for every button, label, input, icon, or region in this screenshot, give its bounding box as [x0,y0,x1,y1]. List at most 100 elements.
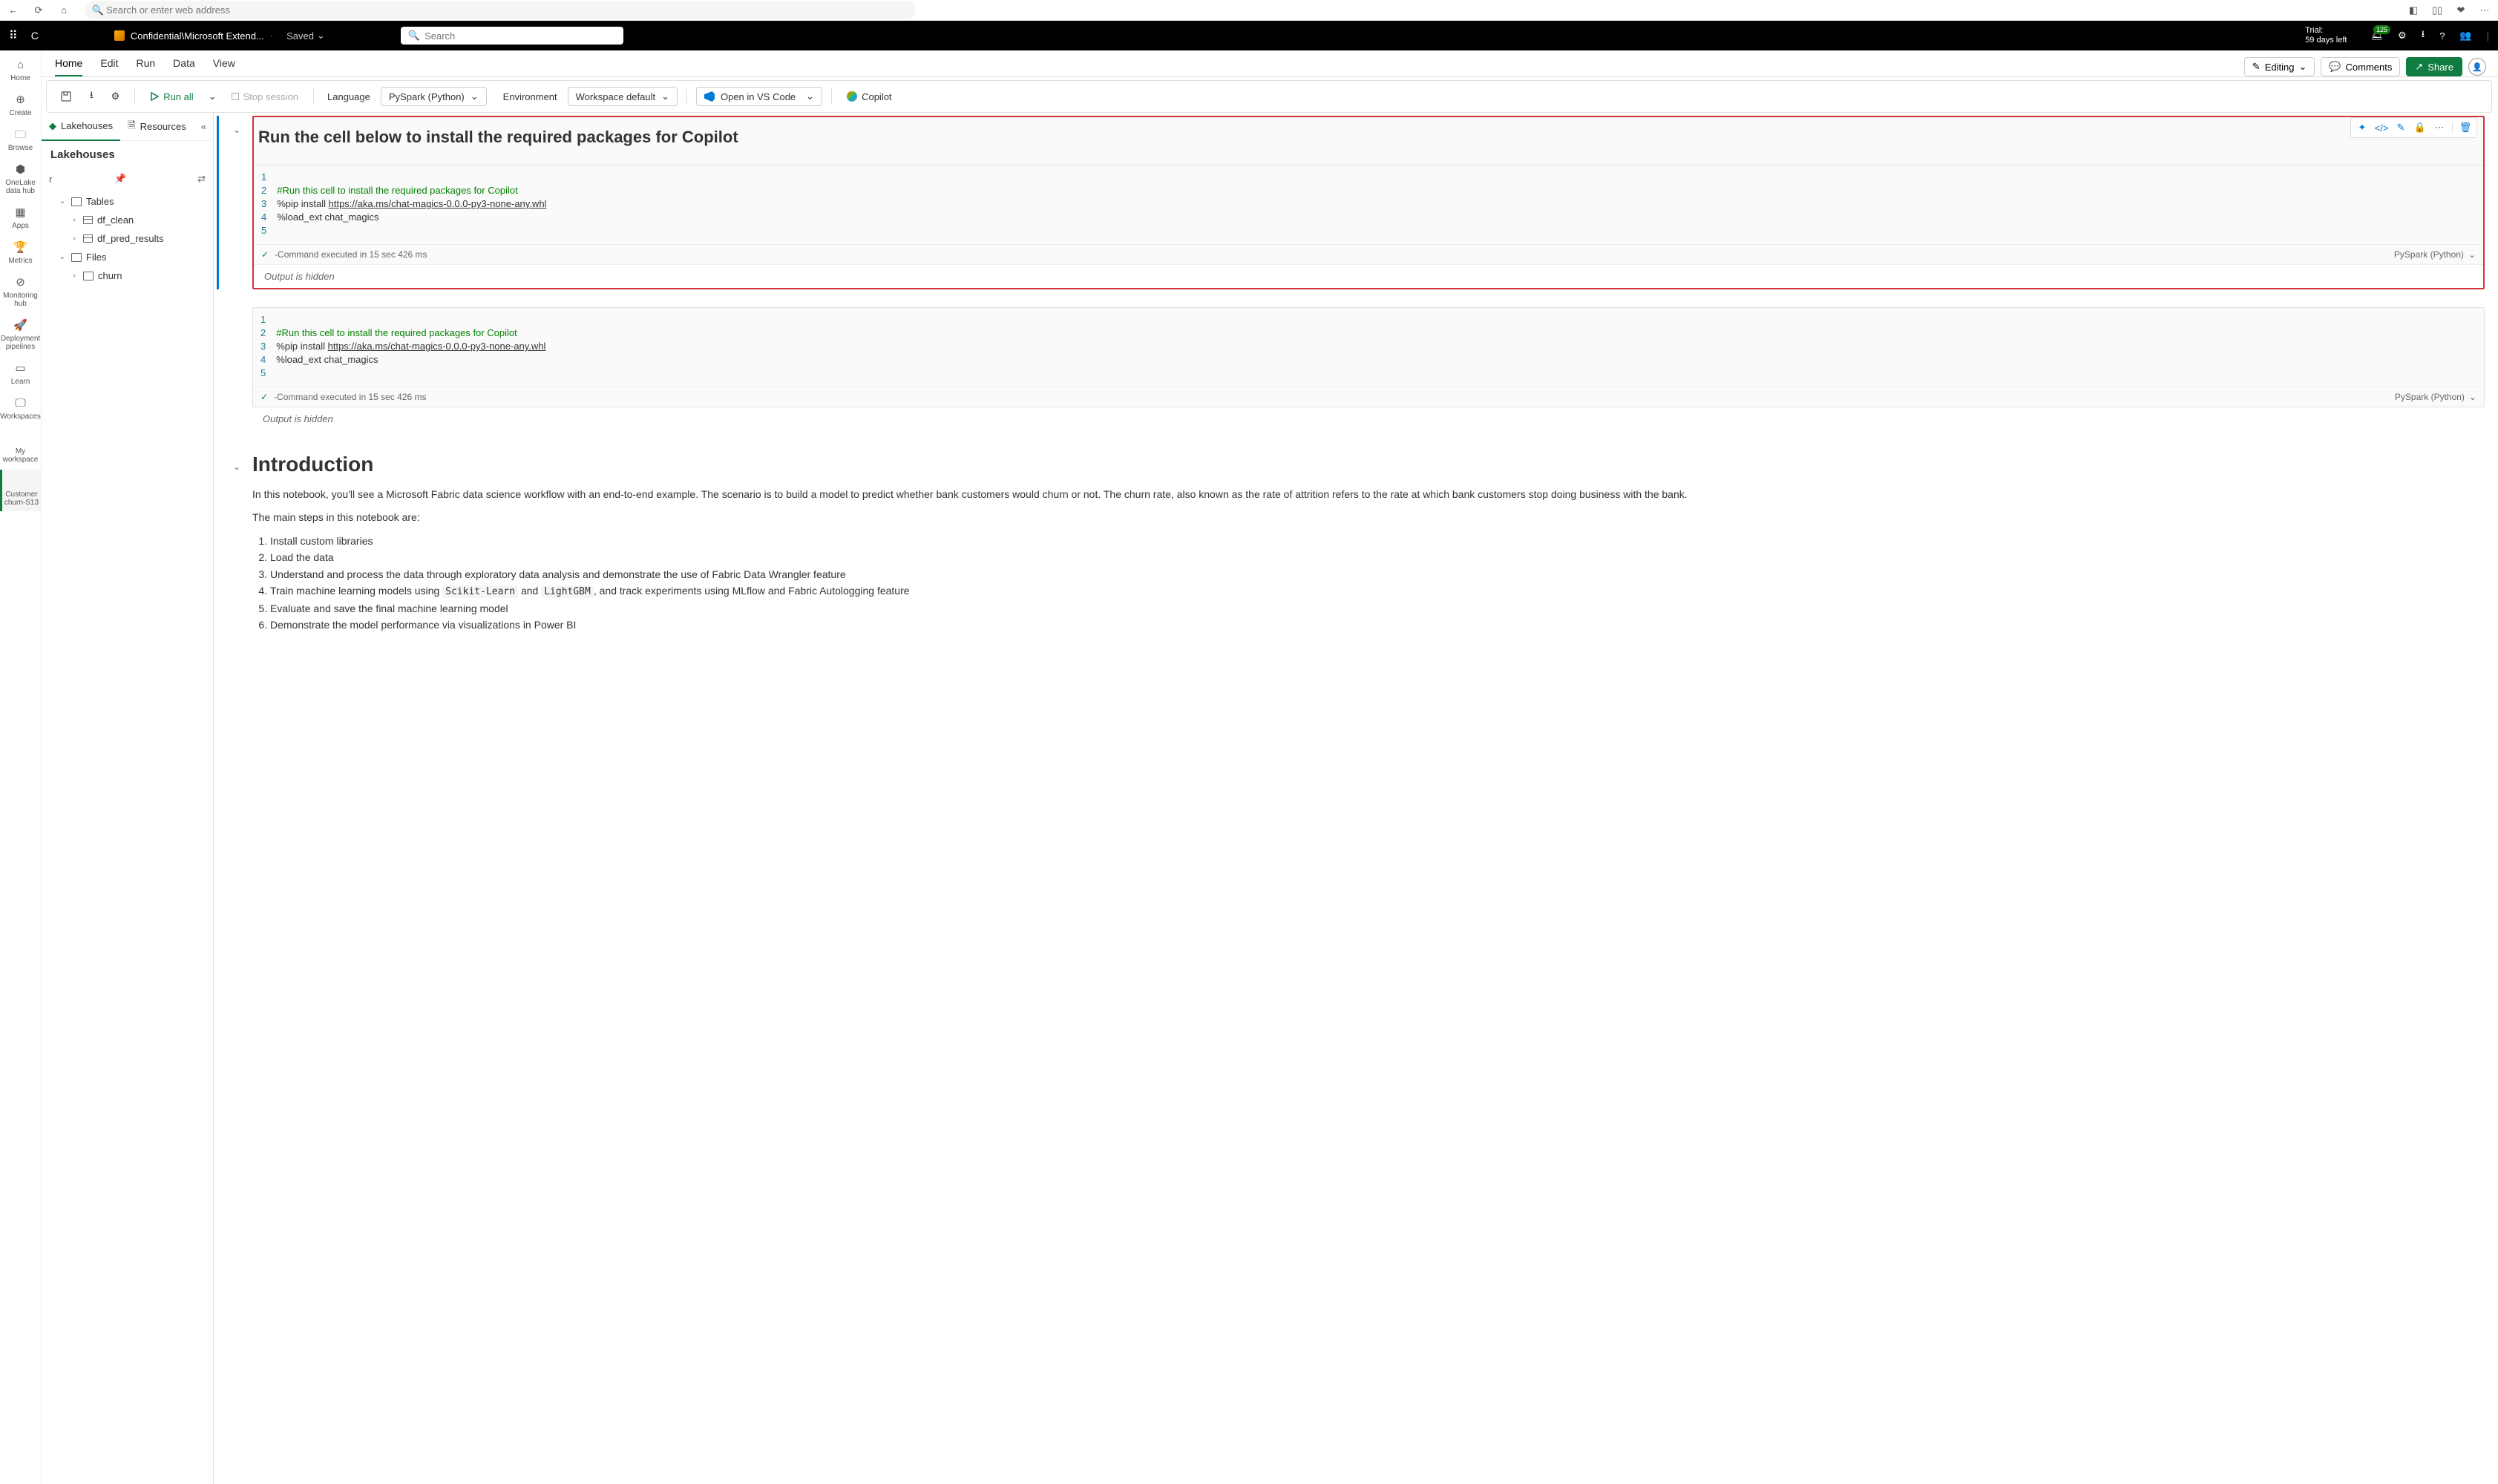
help-icon[interactable]: ? [2439,30,2445,42]
download-icon[interactable]: ⭳ [2422,27,2425,44]
browser-search-input[interactable] [104,2,908,18]
app-search-input[interactable] [424,30,616,42]
tree-node-churn[interactable]: › churn [46,266,209,285]
app-search[interactable]: 🔍 [401,27,623,45]
tab-lakehouses[interactable]: ◆ Lakehouses [42,113,120,141]
avatar[interactable]: 👤 [2468,58,2486,76]
open-vscode-button[interactable]: Open in VS Code ⌄ [696,87,822,106]
chevron-down-icon: ⌄ [661,91,669,102]
waffle-icon[interactable]: ⠿ [9,28,18,43]
run-all-button[interactable]: Run all [144,88,199,105]
copilot-button[interactable]: Copilot [841,88,897,105]
comment-icon: 💬 [2329,61,2341,73]
folder-icon [83,272,94,280]
intro-steps: Install custom libraries Load the data U… [252,533,2485,634]
comments-button[interactable]: 💬 Comments [2321,57,2400,76]
rail-item-home[interactable]: ⌂Home [0,53,41,87]
main-area: ◆ Lakehouses 🗎 Resources « Lakehouses r … [0,113,2498,1484]
sparkle-icon[interactable]: ✦ [2356,121,2369,134]
chevron-right-icon: › [70,272,79,280]
ribbon-tab-edit[interactable]: Edit [100,51,118,76]
run-all-chevron[interactable]: ⌄ [206,88,220,105]
vscode-icon [704,91,715,102]
chevron-down-icon: ⌄ [2469,392,2476,402]
chevron-right-icon: › [70,216,79,224]
share-button[interactable]: ↗ Share [2406,57,2462,76]
cell-status-2: ✓ -Command executed in 15 sec 426 ms PyS… [253,387,2484,407]
trash-icon[interactable]: 🗑 [2459,121,2472,134]
notebook-area: ✦ </> ✎ 🔒 ⋯ 🗑 ⌄ Run the cell below to in… [214,113,2498,1484]
chevron-down-icon[interactable]: ⌄ [317,30,325,42]
chevron-down-icon: ⌄ [2468,249,2476,260]
chevron-right-icon: › [70,234,79,243]
browser-search[interactable]: 🔍 [85,1,916,19]
active-cell-indicator [217,116,219,289]
cell-lang-dropdown[interactable]: PySpark (Python) ⌄ [2394,249,2476,260]
ribbon-tab-home[interactable]: Home [55,51,82,76]
tree-node-tables[interactable]: ⌄ Tables [46,192,209,211]
breadcrumb[interactable]: Confidential\Microsoft Extend... · Saved… [114,30,325,42]
pin-icon[interactable]: 📌 [114,173,126,185]
output-hidden-2[interactable]: Output is hidden [252,407,2485,430]
cell-status-1: ✓ -Command executed in 15 sec 426 ms PyS… [254,244,2483,264]
people-icon[interactable]: 👥 [2459,30,2471,42]
collapse-cell-icon[interactable]: ⌄ [233,462,240,634]
lakehouse-icon: ◆ [49,120,56,132]
cell-lang-dropdown[interactable]: PySpark (Python) ⌄ [2395,392,2476,402]
favorites-icon[interactable]: ❤ [2455,4,2467,16]
tree-node-df-clean[interactable]: › df_clean [46,211,209,229]
tree-node-files[interactable]: ⌄ Files [46,248,209,266]
explorer-search-value[interactable]: r [49,174,108,185]
pencil-icon: ✎ [2252,61,2261,73]
notifications-icon[interactable]: 🛎125 [2370,30,2383,42]
collapse-cell-icon[interactable]: ⌄ [233,125,240,289]
back-icon[interactable]: ← [7,4,19,16]
saved-label: Saved [286,30,314,42]
folder-icon [71,253,82,262]
code-cell-1[interactable]: 12345 #Run this cell to install the requ… [254,165,2483,244]
cell-heading: Run the cell below to install the requir… [258,128,2479,147]
app-letter: C [31,30,39,42]
app-top-bar: ⠿ C Confidential\Microsoft Extend... · S… [0,21,2498,50]
breadcrumb-text: Confidential\Microsoft Extend... [131,30,264,42]
intro-paragraph-1: In this notebook, you'll see a Microsoft… [252,487,2485,502]
save-icon[interactable] [54,88,78,105]
home-icon[interactable]: ⌂ [58,4,70,16]
more-icon[interactable]: ⋯ [2479,4,2491,16]
code-cell-2[interactable]: 12345 #Run this cell to install the requ… [252,307,2485,407]
explorer-header: Lakehouses [42,141,213,168]
check-icon: ✓ [260,392,268,402]
highlighted-cell-group: Run the cell below to install the requir… [252,116,2485,289]
tab-resources[interactable]: 🗎 Resources [120,111,194,142]
cell-toolbar: ✦ </> ✎ 🔒 ⋯ 🗑 [2350,117,2477,138]
ribbon-tab-view[interactable]: View [213,51,235,76]
editing-dropdown[interactable]: ✎ Editing ⌄ [2244,57,2315,76]
trial-status: Trial: 59 days left [2305,26,2347,45]
explorer-panel: ◆ Lakehouses 🗎 Resources « Lakehouses r … [42,113,214,1484]
swap-icon[interactable]: ⇄ [197,173,206,185]
stop-session-button[interactable]: Stop session [226,88,304,105]
output-hidden-1[interactable]: Output is hidden [254,264,2483,288]
split-icon[interactable]: ▯▯ [2431,4,2443,16]
share-icon: ↗ [2415,61,2423,73]
refresh-icon[interactable]: ⟳ [33,4,45,16]
download-icon[interactable]: ⭳ [84,85,99,108]
extension-icon[interactable]: ◧ [2407,4,2419,16]
settings-icon[interactable]: ⚙ [2398,30,2407,42]
code-icon[interactable]: </> [2375,121,2388,134]
intro-title: Introduction [252,453,2485,476]
environment-dropdown[interactable]: Workspace default ⌄ [568,87,678,106]
more-icon[interactable]: ⋯ [2433,121,2446,134]
check-icon: ✓ [261,249,269,260]
gear-icon[interactable]: ⚙ [105,88,126,105]
chevron-down-icon: ⌄ [58,197,67,206]
edit-icon[interactable]: ✎ [2394,121,2407,134]
stop-icon [232,93,239,100]
tree-node-df-pred[interactable]: › df_pred_results [46,229,209,248]
divider: | [2487,30,2489,42]
language-dropdown[interactable]: PySpark (Python) ⌄ [381,87,487,106]
collapse-panel-icon[interactable]: « [194,121,214,132]
lock-icon[interactable]: 🔒 [2413,121,2427,134]
ribbon-tab-data[interactable]: Data [173,51,195,76]
ribbon-tab-run[interactable]: Run [136,51,155,76]
